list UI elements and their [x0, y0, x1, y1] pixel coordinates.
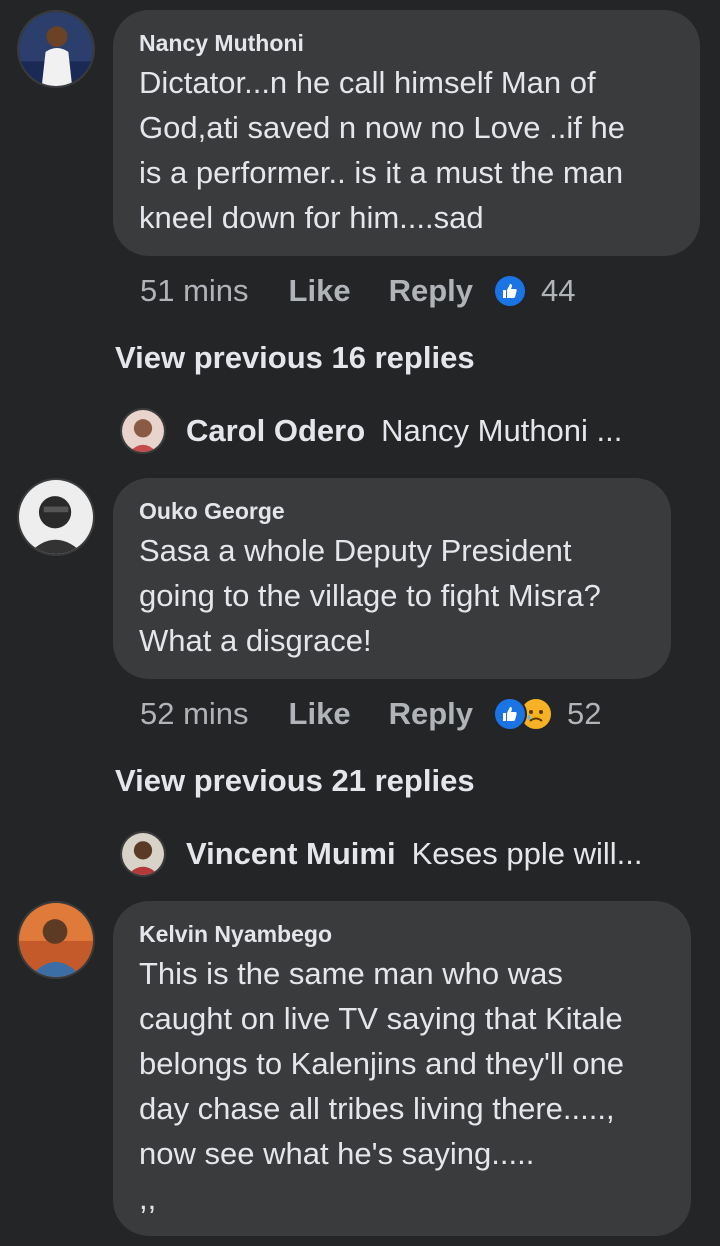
comment-line: Dictator...n he call himself Man of [139, 65, 596, 100]
comment-author[interactable]: Nancy Muthoni [139, 30, 674, 56]
avatar-nancy-muthoni[interactable] [17, 10, 95, 88]
comment-line: day chase all tribes living there....., [139, 1091, 615, 1126]
comment-line: belongs to Kalenjins and they'll one [139, 1046, 625, 1081]
reactions-summary[interactable] [493, 697, 553, 731]
comment-line: going to the village to fight Misra? [139, 578, 601, 613]
avatar-kelvin-nyambego[interactable] [17, 901, 95, 979]
comment-meta: 52 mins Like Reply 52 [140, 694, 601, 734]
like-button[interactable]: Like [289, 273, 351, 309]
like-icon [493, 697, 527, 731]
comment-meta: 51 mins Like Reply 44 [140, 271, 575, 311]
reply-author[interactable]: Carol Odero [186, 413, 365, 449]
comment-line: Sasa a whole Deputy President [139, 533, 572, 568]
reaction-count: 52 [567, 696, 602, 731]
comment-text: Dictator...n he call himself Man of God,… [139, 60, 674, 240]
comment-line: kneel down for him....sad [139, 200, 484, 235]
reply-button[interactable]: Reply [389, 273, 473, 309]
comment-line: now see what he's saying..... [139, 1136, 535, 1171]
comment-timestamp[interactable]: 51 mins [140, 273, 249, 309]
comment-author[interactable]: Ouko George [139, 498, 645, 524]
latest-reply[interactable]: Vincent Muimi Keses pple will... [120, 829, 642, 879]
comment-bubble: Ouko George Sasa a whole Deputy Presiden… [113, 478, 671, 679]
avatar-carol-odero[interactable] [120, 408, 166, 454]
reply-preview: Keses pple will... [411, 836, 643, 871]
comment-line: God,ati saved n now no Love ..if he [139, 110, 625, 145]
reply-button[interactable]: Reply [389, 696, 473, 732]
comment-bubble: Nancy Muthoni Dictator...n he call himse… [113, 10, 700, 256]
reply-author[interactable]: Vincent Muimi [186, 836, 396, 872]
comment-line: This is the same man who was [139, 956, 563, 991]
comment-timestamp[interactable]: 52 mins [140, 696, 249, 732]
comment-text: Sasa a whole Deputy President going to t… [139, 528, 645, 663]
reply-preview: Nancy Muthoni ... [381, 413, 623, 448]
like-button[interactable]: Like [289, 696, 351, 732]
avatar-ouko-george[interactable] [17, 478, 95, 556]
reactions-summary[interactable] [493, 274, 527, 308]
view-previous-replies[interactable]: View previous 21 replies [115, 763, 475, 799]
comment-line: What a disgrace! [139, 623, 372, 658]
view-previous-replies[interactable]: View previous 16 replies [115, 340, 475, 376]
comment-bubble: Kelvin Nyambego This is the same man who… [113, 901, 691, 1236]
comment-line: is a performer.. is it a must the man [139, 155, 624, 190]
comment-author[interactable]: Kelvin Nyambego [139, 921, 665, 947]
comment-line: ,, [139, 1181, 157, 1216]
reaction-count: 44 [541, 273, 576, 308]
avatar-vincent-muimi[interactable] [120, 831, 166, 877]
latest-reply[interactable]: Carol Odero Nancy Muthoni ... [120, 406, 622, 456]
comment-line: caught on live TV saying that Kitale [139, 1001, 623, 1036]
comment-text: This is the same man who was caught on l… [139, 951, 665, 1221]
like-icon [493, 274, 527, 308]
